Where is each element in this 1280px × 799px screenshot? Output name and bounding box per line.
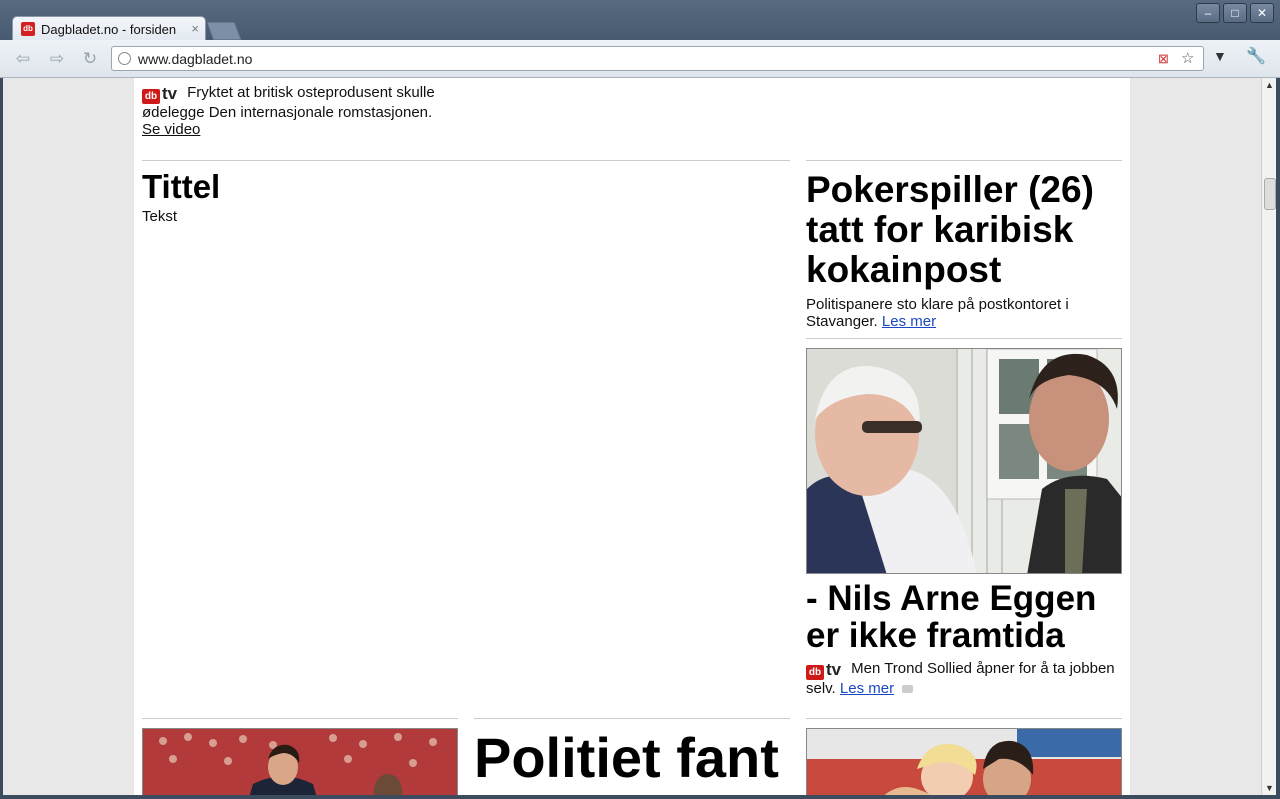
article-eggen: - Nils Arne Eggen er ikke framtida db tv … — [806, 580, 1122, 697]
scroll-up-icon[interactable]: ▲ — [1265, 80, 1274, 90]
back-icon[interactable]: ⇦ — [12, 48, 34, 70]
db-logo-icon: db — [142, 89, 160, 104]
blocked-content-icon[interactable]: ⊠ — [1158, 51, 1169, 67]
divider — [142, 160, 790, 161]
window-controls: – □ ✕ — [1196, 3, 1274, 23]
dagbladet-favicon-icon: db — [21, 22, 35, 36]
article-politiet: Politiet fant — [474, 726, 790, 795]
scrollbar-thumb[interactable] — [1264, 178, 1276, 210]
les-mer-link[interactable]: Les mer — [840, 680, 894, 697]
article-summary: Politispanere sto klare på postkontoret … — [806, 296, 1069, 330]
vertical-scrollbar[interactable]: ▲ ▼ — [1261, 78, 1277, 795]
page-viewport: db tv Fryktet at britisk osteprodusent sk… — [3, 78, 1261, 795]
close-window-button[interactable]: ✕ — [1250, 3, 1274, 23]
top-video-text: Fryktet at britisk osteprodusent skulle … — [142, 84, 435, 121]
browser-toolbar: ⇦ ⇨ ↻ www.dagbladet.no ⊠ ☆ ▼ 🔧 — [0, 40, 1280, 78]
bookmark-star-icon[interactable]: ☆ — [1181, 49, 1194, 67]
page-menu-chevron-down-icon[interactable]: ▼ — [1213, 48, 1227, 64]
minimize-button[interactable]: – — [1196, 3, 1220, 23]
globe-icon — [118, 52, 131, 65]
window-frame-right — [1276, 78, 1280, 799]
url-text[interactable]: www.dagbladet.no — [138, 51, 252, 67]
comment-icon[interactable] — [902, 685, 914, 693]
tab-close-icon[interactable]: × — [191, 21, 199, 36]
divider — [142, 718, 458, 719]
divider — [806, 160, 1122, 161]
address-bar[interactable]: www.dagbladet.no ⊠ ☆ — [111, 46, 1204, 71]
eggen-sollied-photo — [807, 349, 1121, 573]
db-logo-icon: db — [806, 665, 824, 680]
article-headline[interactable]: Politiet fant — [474, 726, 790, 790]
article-photo[interactable] — [142, 728, 458, 795]
wrench-icon[interactable]: 🔧 — [1246, 46, 1266, 66]
placeholder-title: Tittel — [142, 168, 221, 205]
window-titlebar: db Dagbladet.no - forsiden × – □ ✕ — [0, 0, 1280, 41]
divider — [474, 718, 790, 719]
scroll-down-icon[interactable]: ▼ — [1265, 783, 1274, 793]
dagbladet-page: db tv Fryktet at britisk osteprodusent sk… — [134, 78, 1130, 795]
tv-logo-text: tv — [162, 84, 178, 103]
divider — [806, 718, 1122, 719]
article-photo[interactable] — [806, 348, 1122, 574]
se-video-link[interactable]: Se video — [142, 121, 200, 138]
new-tab-button[interactable] — [206, 22, 242, 40]
tv-logo-text: tv — [826, 660, 842, 679]
browser-tab[interactable]: db Dagbladet.no - forsiden × — [12, 16, 206, 41]
reload-icon[interactable]: ↻ — [79, 48, 101, 70]
forward-icon[interactable]: ⇨ — [46, 48, 68, 70]
window-frame-left — [0, 78, 3, 799]
tab-title: Dagbladet.no - forsiden — [41, 22, 177, 37]
article-headline[interactable]: Pokerspiller (26) tatt for karibisk koka… — [806, 170, 1122, 290]
placeholder-article: Tittel Tekst — [142, 168, 220, 225]
window-frame-bottom — [0, 795, 1280, 799]
football-crowd-photo — [143, 729, 457, 795]
article-photo[interactable] — [806, 728, 1122, 795]
les-mer-link[interactable]: Les mer — [882, 313, 936, 330]
dbtv-logo: db tv — [806, 661, 841, 680]
divider — [806, 338, 1122, 339]
top-video-teaser: db tv Fryktet at britisk osteprodusent sk… — [142, 84, 452, 139]
dbtv-logo: db tv — [142, 85, 177, 104]
article-pokerspiller: Pokerspiller (26) tatt for karibisk koka… — [806, 170, 1122, 331]
maximize-button[interactable]: □ — [1223, 3, 1247, 23]
women-celebrating-photo — [807, 729, 1121, 795]
article-headline[interactable]: - Nils Arne Eggen er ikke framtida — [806, 580, 1122, 654]
placeholder-text: Tekst — [142, 208, 178, 225]
